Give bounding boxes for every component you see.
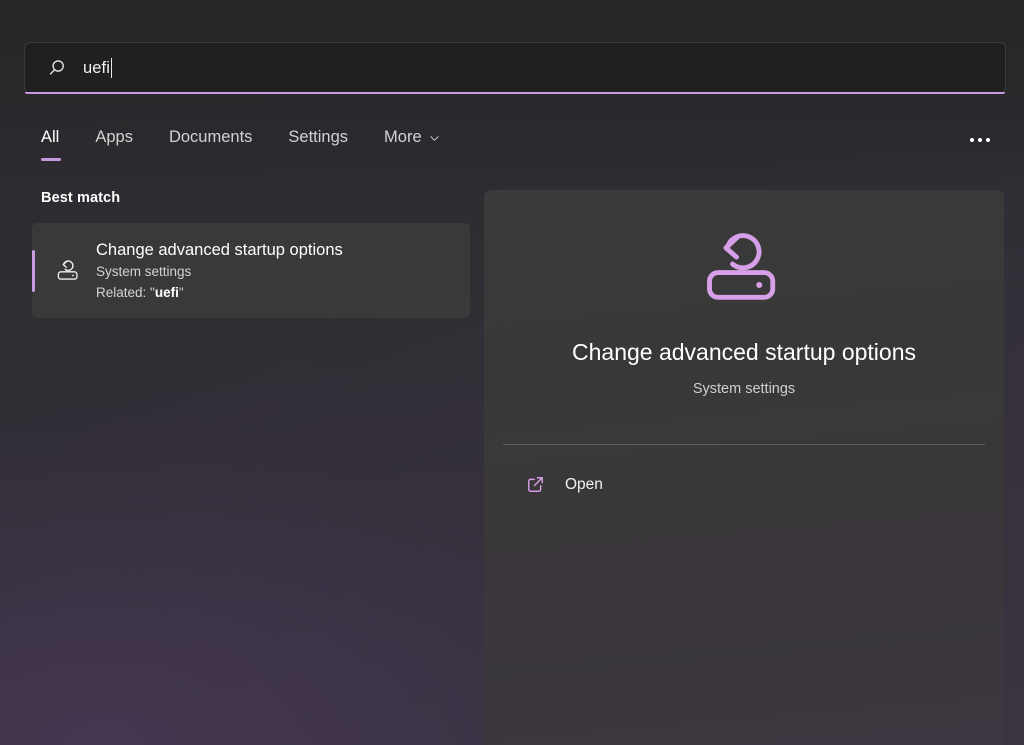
result-related-term: Related: "uefi" (96, 283, 343, 303)
tab-apps[interactable]: Apps (77, 122, 151, 152)
ellipsis-icon (978, 138, 982, 142)
text-caret (111, 58, 112, 78)
active-tab-indicator (41, 158, 61, 161)
results-pane: Best match Change advanced startup optio… (24, 190, 476, 745)
search-box[interactable]: uefi (24, 42, 1006, 94)
tab-documents-label: Documents (169, 128, 252, 147)
result-related-suffix: " (179, 285, 184, 300)
tab-list: All Apps Documents Settings More (24, 122, 1006, 164)
chevron-down-icon (429, 133, 440, 144)
overflow-ellipsis-button[interactable] (960, 124, 1000, 156)
search-icon (47, 58, 67, 78)
search-flyout: uefi All Apps Documents Settings More (0, 0, 1024, 745)
selection-indicator (32, 250, 35, 292)
tab-all-label: All (41, 128, 59, 147)
best-match-heading: Best match (41, 190, 476, 206)
preview-panel: Change advanced startup options System s… (484, 190, 1004, 745)
external-link-icon (526, 475, 545, 494)
recovery-drive-icon (698, 222, 790, 314)
ellipsis-icon (970, 138, 974, 142)
open-label: Open (565, 476, 603, 494)
preview-title: Change advanced startup options (572, 338, 916, 367)
tab-more-label: More (384, 128, 422, 147)
tab-all[interactable]: All (24, 122, 77, 152)
result-text-block: Change advanced startup options System s… (96, 239, 343, 302)
ellipsis-icon (986, 138, 990, 142)
result-item-change-advanced-startup-options[interactable]: Change advanced startup options System s… (32, 223, 470, 318)
result-icon-container (50, 257, 86, 284)
search-input[interactable]: uefi (83, 59, 110, 78)
tab-settings[interactable]: Settings (270, 122, 366, 152)
recovery-drive-icon (55, 257, 82, 284)
preview-subtitle: System settings (693, 381, 795, 397)
tab-apps-label: Apps (95, 128, 133, 147)
tab-documents[interactable]: Documents (151, 122, 270, 152)
filter-tabbar: All Apps Documents Settings More (24, 122, 1006, 164)
search-accent-underline (25, 92, 1005, 94)
tab-more[interactable]: More (366, 122, 458, 152)
open-button[interactable]: Open (503, 464, 985, 506)
tab-settings-label: Settings (288, 128, 348, 147)
result-related-keyword: uefi (155, 285, 179, 300)
result-subtitle: System settings (96, 262, 343, 282)
result-related-prefix: Related: " (96, 285, 155, 300)
open-icon-container (515, 475, 555, 494)
result-title: Change advanced startup options (96, 239, 343, 261)
preview-divider (503, 444, 985, 445)
